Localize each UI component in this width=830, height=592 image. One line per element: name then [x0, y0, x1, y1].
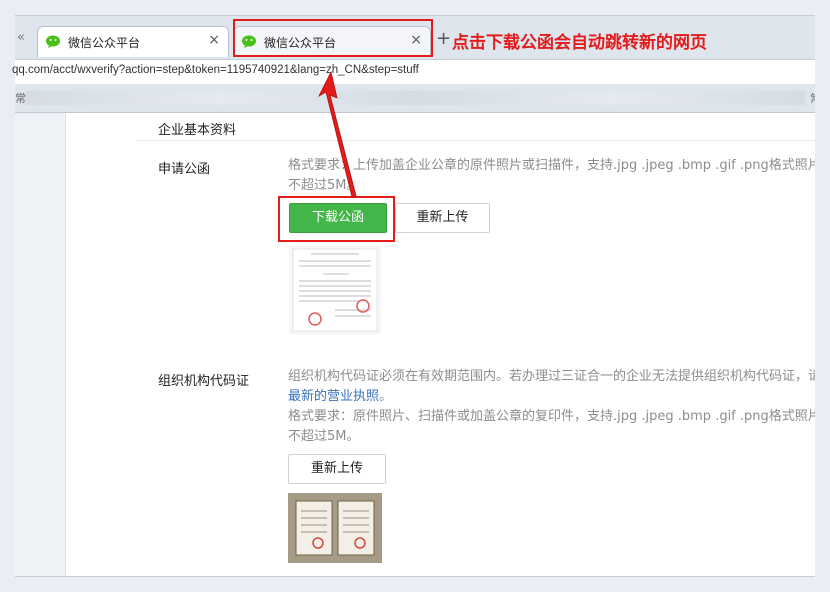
annotation-arrow: [318, 70, 357, 198]
window-bottom-edge: [15, 576, 815, 592]
arrow-shape: [318, 70, 357, 198]
